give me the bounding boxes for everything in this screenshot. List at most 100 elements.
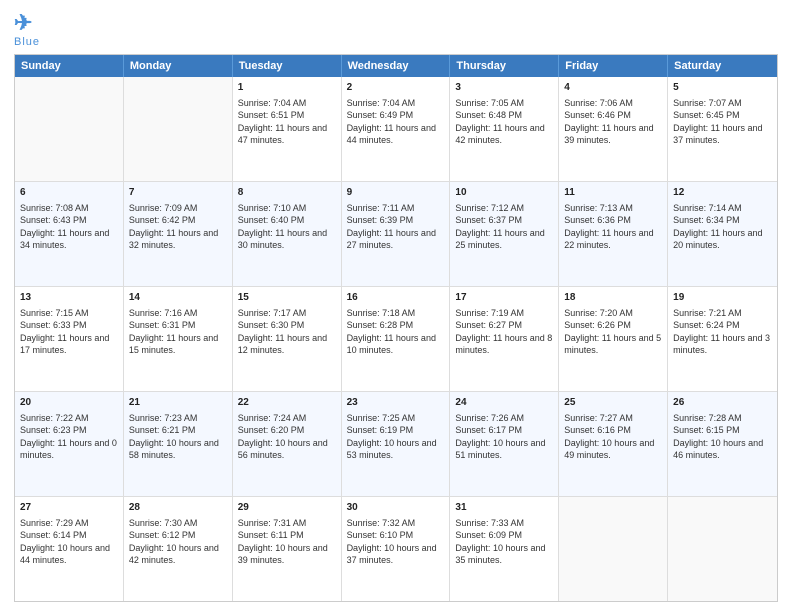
day-number-28: 28	[129, 501, 227, 515]
day-info-14: Sunrise: 7:16 AMSunset: 6:31 PMDaylight:…	[129, 307, 227, 357]
day-info-17: Sunrise: 7:19 AMSunset: 6:27 PMDaylight:…	[455, 307, 553, 357]
day-cell-2: 2 Sunrise: 7:04 AMSunset: 6:49 PMDaylight…	[342, 77, 451, 181]
day-cell-4: 4 Sunrise: 7:06 AMSunset: 6:46 PMDaylight…	[559, 77, 668, 181]
day-number-29: 29	[238, 501, 336, 515]
logo: ✈ Blue	[14, 10, 40, 48]
day-number-19: 19	[673, 291, 772, 305]
day-number-6: 6	[20, 186, 118, 200]
week-row-1: 1 Sunrise: 7:04 AMSunset: 6:51 PMDaylight…	[15, 77, 777, 181]
day-number-7: 7	[129, 186, 227, 200]
day-info-10: Sunrise: 7:12 AMSunset: 6:37 PMDaylight:…	[455, 202, 553, 252]
day-cell-15: 15 Sunrise: 7:17 AMSunset: 6:30 PMDayligh…	[233, 287, 342, 391]
header: ✈ Blue	[14, 10, 778, 48]
day-info-3: Sunrise: 7:05 AMSunset: 6:48 PMDaylight:…	[455, 97, 553, 147]
day-number-8: 8	[238, 186, 336, 200]
logo-text: ✈	[14, 10, 32, 36]
day-cell-1: 1 Sunrise: 7:04 AMSunset: 6:51 PMDaylight…	[233, 77, 342, 181]
header-day-saturday: Saturday	[668, 55, 777, 77]
day-cell-17: 17 Sunrise: 7:19 AMSunset: 6:27 PMDayligh…	[450, 287, 559, 391]
day-cell-13: 13 Sunrise: 7:15 AMSunset: 6:33 PMDayligh…	[15, 287, 124, 391]
day-number-18: 18	[564, 291, 662, 305]
day-cell-18: 18 Sunrise: 7:20 AMSunset: 6:26 PMDayligh…	[559, 287, 668, 391]
calendar: SundayMondayTuesdayWednesdayThursdayFrid…	[14, 54, 778, 602]
day-number-12: 12	[673, 186, 772, 200]
day-info-15: Sunrise: 7:17 AMSunset: 6:30 PMDaylight:…	[238, 307, 336, 357]
empty-cell-w0-d1	[124, 77, 233, 181]
day-cell-29: 29 Sunrise: 7:31 AMSunset: 6:11 PMDayligh…	[233, 497, 342, 601]
day-info-8: Sunrise: 7:10 AMSunset: 6:40 PMDaylight:…	[238, 202, 336, 252]
day-cell-26: 26Sunrise: 7:28 AMSunset: 6:15 PMDayligh…	[668, 392, 777, 496]
day-number-31: 31	[455, 501, 553, 515]
day-info-20: Sunrise: 7:22 AMSunset: 6:23 PMDaylight:…	[20, 412, 118, 462]
day-cell-10: 10 Sunrise: 7:12 AMSunset: 6:37 PMDayligh…	[450, 182, 559, 286]
day-info-13: Sunrise: 7:15 AMSunset: 6:33 PMDaylight:…	[20, 307, 118, 357]
day-cell-8: 8 Sunrise: 7:10 AMSunset: 6:40 PMDaylight…	[233, 182, 342, 286]
day-cell-20: 20Sunrise: 7:22 AMSunset: 6:23 PMDayligh…	[15, 392, 124, 496]
day-number-5: 5	[673, 81, 772, 95]
header-day-tuesday: Tuesday	[233, 55, 342, 77]
day-info-9: Sunrise: 7:11 AMSunset: 6:39 PMDaylight:…	[347, 202, 445, 252]
day-number-2: 2	[347, 81, 445, 95]
empty-cell-w4-d6	[668, 497, 777, 601]
day-cell-28: 28Sunrise: 7:30 AMSunset: 6:12 PMDayligh…	[124, 497, 233, 601]
week-row-4: 20Sunrise: 7:22 AMSunset: 6:23 PMDayligh…	[15, 391, 777, 496]
day-cell-23: 23 Sunrise: 7:25 AMSunset: 6:19 PMDayligh…	[342, 392, 451, 496]
day-info-16: Sunrise: 7:18 AMSunset: 6:28 PMDaylight:…	[347, 307, 445, 357]
day-cell-30: 30Sunrise: 7:32 AMSunset: 6:10 PMDayligh…	[342, 497, 451, 601]
empty-cell-w0-d0	[15, 77, 124, 181]
day-number-30: 30	[347, 501, 445, 515]
day-number-24: 24	[455, 396, 553, 410]
day-info-1: Sunrise: 7:04 AMSunset: 6:51 PMDaylight:…	[238, 97, 336, 147]
day-number-10: 10	[455, 186, 553, 200]
header-day-wednesday: Wednesday	[342, 55, 451, 77]
day-cell-16: 16 Sunrise: 7:18 AMSunset: 6:28 PMDayligh…	[342, 287, 451, 391]
day-number-3: 3	[455, 81, 553, 95]
week-row-5: 27Sunrise: 7:29 AMSunset: 6:14 PMDayligh…	[15, 496, 777, 601]
day-info-19: Sunrise: 7:21 AMSunset: 6:24 PMDaylight:…	[673, 307, 772, 357]
day-info-23: Sunrise: 7:25 AMSunset: 6:19 PMDaylight:…	[347, 412, 445, 462]
day-cell-5: 5 Sunrise: 7:07 AMSunset: 6:45 PMDaylight…	[668, 77, 777, 181]
day-number-16: 16	[347, 291, 445, 305]
day-number-9: 9	[347, 186, 445, 200]
day-cell-7: 7 Sunrise: 7:09 AMSunset: 6:42 PMDaylight…	[124, 182, 233, 286]
day-info-4: Sunrise: 7:06 AMSunset: 6:46 PMDaylight:…	[564, 97, 662, 147]
day-info-26: Sunrise: 7:28 AMSunset: 6:15 PMDaylight:…	[673, 412, 772, 462]
logo-sub: Blue	[14, 36, 40, 48]
page: ✈ Blue SundayMondayTuesdayWednesdayThurs…	[0, 0, 792, 612]
day-cell-6: 6 Sunrise: 7:08 AMSunset: 6:43 PMDaylight…	[15, 182, 124, 286]
day-number-1: 1	[238, 81, 336, 95]
day-cell-3: 3 Sunrise: 7:05 AMSunset: 6:48 PMDaylight…	[450, 77, 559, 181]
day-info-5: Sunrise: 7:07 AMSunset: 6:45 PMDaylight:…	[673, 97, 772, 147]
day-info-2: Sunrise: 7:04 AMSunset: 6:49 PMDaylight:…	[347, 97, 445, 147]
day-number-4: 4	[564, 81, 662, 95]
day-number-11: 11	[564, 186, 662, 200]
day-info-25: Sunrise: 7:27 AMSunset: 6:16 PMDaylight:…	[564, 412, 662, 462]
week-row-2: 6 Sunrise: 7:08 AMSunset: 6:43 PMDaylight…	[15, 181, 777, 286]
header-day-monday: Monday	[124, 55, 233, 77]
day-number-23: 23	[347, 396, 445, 410]
week-row-3: 13 Sunrise: 7:15 AMSunset: 6:33 PMDayligh…	[15, 286, 777, 391]
day-number-13: 13	[20, 291, 118, 305]
day-info-27: Sunrise: 7:29 AMSunset: 6:14 PMDaylight:…	[20, 517, 118, 567]
day-cell-21: 21 Sunrise: 7:23 AMSunset: 6:21 PMDayligh…	[124, 392, 233, 496]
day-cell-27: 27Sunrise: 7:29 AMSunset: 6:14 PMDayligh…	[15, 497, 124, 601]
day-info-18: Sunrise: 7:20 AMSunset: 6:26 PMDaylight:…	[564, 307, 662, 357]
day-info-31: Sunrise: 7:33 AMSunset: 6:09 PMDaylight:…	[455, 517, 553, 567]
calendar-header: SundayMondayTuesdayWednesdayThursdayFrid…	[15, 55, 777, 77]
day-cell-25: 25Sunrise: 7:27 AMSunset: 6:16 PMDayligh…	[559, 392, 668, 496]
day-number-21: 21	[129, 396, 227, 410]
header-day-thursday: Thursday	[450, 55, 559, 77]
day-number-15: 15	[238, 291, 336, 305]
day-info-29: Sunrise: 7:31 AMSunset: 6:11 PMDaylight:…	[238, 517, 336, 567]
day-cell-31: 31 Sunrise: 7:33 AMSunset: 6:09 PMDayligh…	[450, 497, 559, 601]
day-info-21: Sunrise: 7:23 AMSunset: 6:21 PMDaylight:…	[129, 412, 227, 462]
day-number-17: 17	[455, 291, 553, 305]
day-cell-22: 22Sunrise: 7:24 AMSunset: 6:20 PMDayligh…	[233, 392, 342, 496]
day-number-14: 14	[129, 291, 227, 305]
day-info-7: Sunrise: 7:09 AMSunset: 6:42 PMDaylight:…	[129, 202, 227, 252]
day-info-6: Sunrise: 7:08 AMSunset: 6:43 PMDaylight:…	[20, 202, 118, 252]
day-info-12: Sunrise: 7:14 AMSunset: 6:34 PMDaylight:…	[673, 202, 772, 252]
day-number-22: 22	[238, 396, 336, 410]
day-cell-9: 9 Sunrise: 7:11 AMSunset: 6:39 PMDaylight…	[342, 182, 451, 286]
calendar-body: 1 Sunrise: 7:04 AMSunset: 6:51 PMDaylight…	[15, 77, 777, 601]
